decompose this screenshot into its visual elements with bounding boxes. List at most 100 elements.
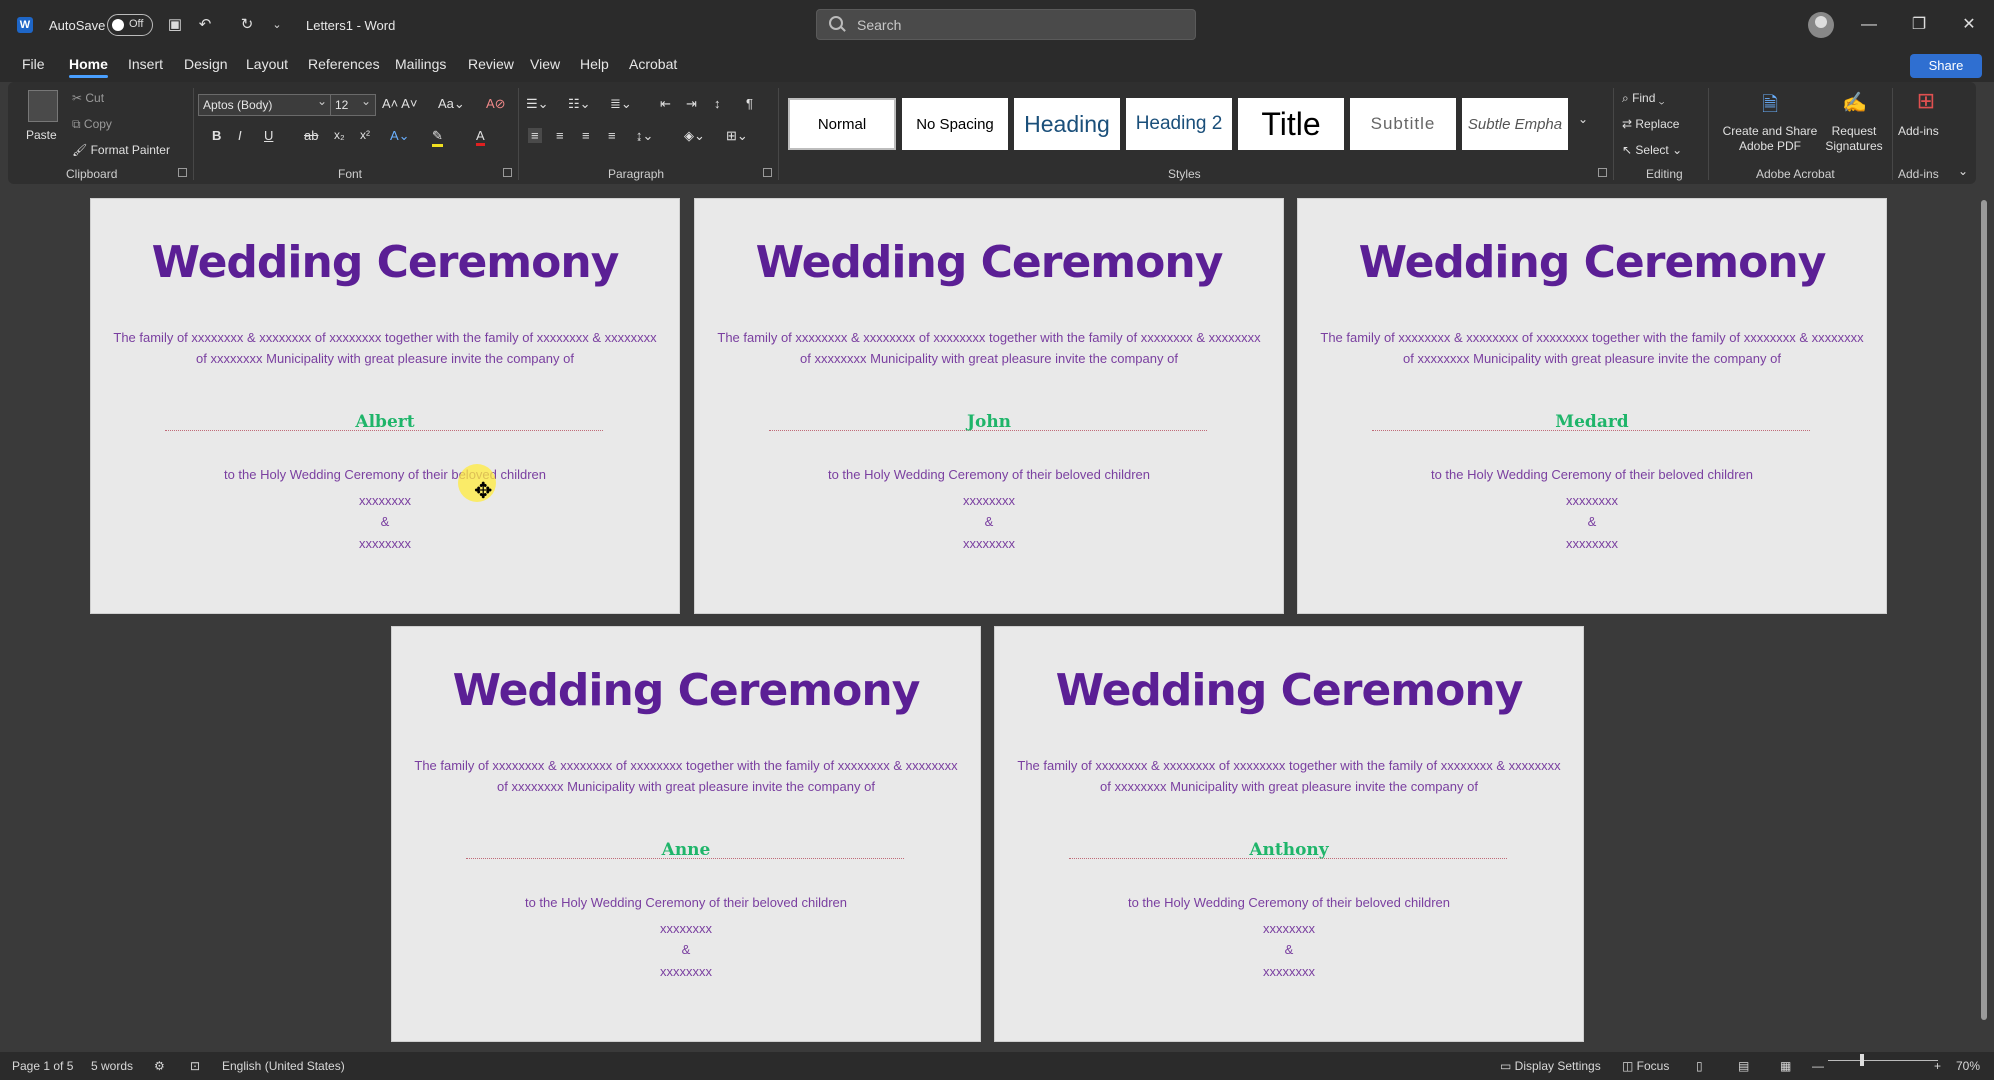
share-button[interactable]: Share xyxy=(1910,54,1982,78)
zoom-in-icon[interactable]: + xyxy=(1934,1059,1941,1073)
font-size-combo[interactable]: 12 xyxy=(330,91,376,116)
tab-acrobat[interactable]: Acrobat xyxy=(629,56,677,72)
bold-icon[interactable]: B xyxy=(212,128,221,143)
customize-qat-icon[interactable]: ⌄ xyxy=(268,16,286,34)
zoom-out-icon[interactable]: — xyxy=(1812,1059,1824,1073)
tab-references[interactable]: References xyxy=(308,56,380,72)
line-spacing-icon[interactable]: ↨⌄ xyxy=(636,128,653,144)
tab-mailings[interactable]: Mailings xyxy=(395,56,446,72)
restore-icon[interactable]: ❐ xyxy=(1894,0,1944,50)
search-box[interactable]: Search xyxy=(816,9,1196,40)
style-subtle-emphasis[interactable]: Subtle Empha xyxy=(1462,98,1568,150)
tab-file[interactable]: File xyxy=(22,56,45,72)
redo-icon[interactable]: ↻ xyxy=(238,16,256,34)
display-settings-button[interactable]: ▭ Display Settings xyxy=(1500,1059,1601,1073)
style-heading-2[interactable]: Heading 2 xyxy=(1126,98,1232,150)
scrollbar-thumb[interactable] xyxy=(1981,200,1987,1020)
font-launcher-icon[interactable] xyxy=(503,168,512,177)
text-effects-icon[interactable]: A⌄ xyxy=(390,128,410,144)
strikethrough-icon[interactable]: ab xyxy=(304,128,318,143)
italic-icon[interactable]: I xyxy=(238,128,242,143)
grow-font-icon[interactable]: A˄ A˅ xyxy=(382,96,417,111)
create-pdf-icon[interactable]: 🗎 xyxy=(1758,90,1782,116)
align-right-icon[interactable]: ≡ xyxy=(582,128,590,143)
page[interactable]: Wedding Ceremony The family of xxxxxxxx … xyxy=(694,198,1284,614)
style-no-spacing[interactable]: No Spacing xyxy=(902,98,1008,150)
tab-insert[interactable]: Insert xyxy=(128,56,163,72)
language[interactable]: English (United States) xyxy=(222,1059,345,1073)
zoom-slider-thumb[interactable] xyxy=(1860,1054,1864,1066)
tab-help[interactable]: Help xyxy=(580,56,609,72)
style-title[interactable]: Title xyxy=(1238,98,1344,150)
collapse-ribbon-icon[interactable]: ⌄ xyxy=(1958,164,1968,178)
decrease-indent-icon[interactable]: ⇤ xyxy=(660,96,671,112)
autosave-toggle[interactable]: Off xyxy=(107,14,153,36)
save-icon[interactable]: ▣ xyxy=(166,16,184,34)
select-button[interactable]: ↖ Select ⌄ xyxy=(1622,143,1682,157)
sort-icon[interactable]: ↕ xyxy=(714,96,721,111)
proofing-icon[interactable]: ⚙ xyxy=(154,1059,165,1073)
zoom-slider[interactable] xyxy=(1828,1060,1938,1061)
paste-icon[interactable] xyxy=(28,90,58,122)
paste-label[interactable]: Paste xyxy=(26,128,57,142)
format-painter-button[interactable]: 🖌 Format Painter xyxy=(72,143,170,157)
underline-icon[interactable]: U xyxy=(264,128,273,143)
web-layout-icon[interactable]: ▦ xyxy=(1780,1059,1791,1073)
align-left-icon[interactable]: ≡ xyxy=(528,128,542,143)
clipboard-launcher-icon[interactable] xyxy=(178,168,187,177)
page[interactable]: Wedding Ceremony The family of xxxxxxxx … xyxy=(90,198,680,614)
accessibility-icon[interactable]: ⊡ xyxy=(190,1059,200,1073)
multilevel-list-icon[interactable]: ≣⌄ xyxy=(610,96,632,112)
vertical-scrollbar[interactable] xyxy=(1978,188,1990,1044)
change-case-icon[interactable]: Aa⌄ xyxy=(438,96,465,112)
page-count[interactable]: Page 1 of 5 xyxy=(12,1059,73,1073)
request-signatures-icon[interactable]: ✍ xyxy=(1842,90,1867,114)
page[interactable]: Wedding Ceremony The family of xxxxxxxx … xyxy=(994,626,1584,1042)
subscript-icon[interactable]: x₂ xyxy=(334,128,345,142)
style-subtitle[interactable]: Subtitle xyxy=(1350,98,1456,150)
style-heading[interactable]: Heading xyxy=(1014,98,1120,150)
style-normal[interactable]: Normal xyxy=(788,98,896,150)
bullets-icon[interactable]: ☰⌄ xyxy=(526,96,549,112)
tab-home[interactable]: Home xyxy=(69,56,108,78)
justify-icon[interactable]: ≡ xyxy=(608,128,616,143)
cut-button[interactable]: ✂ Cut xyxy=(72,91,104,105)
styles-more-icon[interactable]: ⌄ xyxy=(1578,112,1588,126)
minimize-icon[interactable]: — xyxy=(1844,0,1894,50)
shading-icon[interactable]: ◈⌄ xyxy=(684,128,705,144)
copy-button[interactable]: ⧉ Copy xyxy=(72,117,112,132)
increase-indent-icon[interactable]: ⇥ xyxy=(686,96,697,112)
clear-formatting-icon[interactable]: A⊘ xyxy=(486,96,506,112)
tab-review[interactable]: Review xyxy=(468,56,514,72)
superscript-icon[interactable]: x² xyxy=(360,128,370,142)
read-mode-icon[interactable]: ▯ xyxy=(1696,1059,1703,1073)
print-layout-icon[interactable]: ▤ xyxy=(1738,1059,1749,1073)
focus-button[interactable]: ◫ Focus xyxy=(1622,1059,1669,1073)
tab-view[interactable]: View xyxy=(530,56,560,72)
borders-icon[interactable]: ⊞⌄ xyxy=(726,128,748,144)
font-color-icon[interactable]: A xyxy=(476,128,485,146)
zoom-level[interactable]: 70% xyxy=(1956,1059,1980,1073)
close-icon[interactable]: ✕ xyxy=(1944,0,1994,50)
page[interactable]: Wedding Ceremony The family of xxxxxxxx … xyxy=(1297,198,1887,614)
show-marks-icon[interactable]: ¶ xyxy=(746,96,753,111)
tab-layout[interactable]: Layout xyxy=(246,56,288,72)
find-button[interactable]: ⌕ Find ⌄ xyxy=(1622,91,1664,106)
word-count[interactable]: 5 words xyxy=(91,1059,133,1073)
align-center-icon[interactable]: ≡ xyxy=(556,128,564,143)
undo-icon[interactable]: ↶ xyxy=(196,16,214,34)
numbering-icon[interactable]: ☷⌄ xyxy=(568,96,591,112)
avatar[interactable] xyxy=(1808,12,1834,38)
create-share-pdf-button[interactable]: Create and Share Adobe PDF xyxy=(1720,124,1820,154)
font-name-combo[interactable]: Aptos (Body) xyxy=(198,91,332,116)
addins-icon[interactable]: ⊞ xyxy=(1912,88,1940,116)
request-signatures-button[interactable]: Request Signatures xyxy=(1822,124,1886,154)
styles-launcher-icon[interactable] xyxy=(1598,168,1607,177)
invitation-text: The family of xxxxxxxx & xxxxxxxx of xxx… xyxy=(412,755,960,797)
replace-button[interactable]: ⇄ Replace xyxy=(1622,117,1679,131)
tab-design[interactable]: Design xyxy=(184,56,228,72)
highlight-icon[interactable]: ✎ xyxy=(432,128,443,147)
addins-button[interactable]: Add-ins xyxy=(1898,124,1939,138)
page[interactable]: Wedding Ceremony The family of xxxxxxxx … xyxy=(391,626,981,1042)
paragraph-launcher-icon[interactable] xyxy=(763,168,772,177)
